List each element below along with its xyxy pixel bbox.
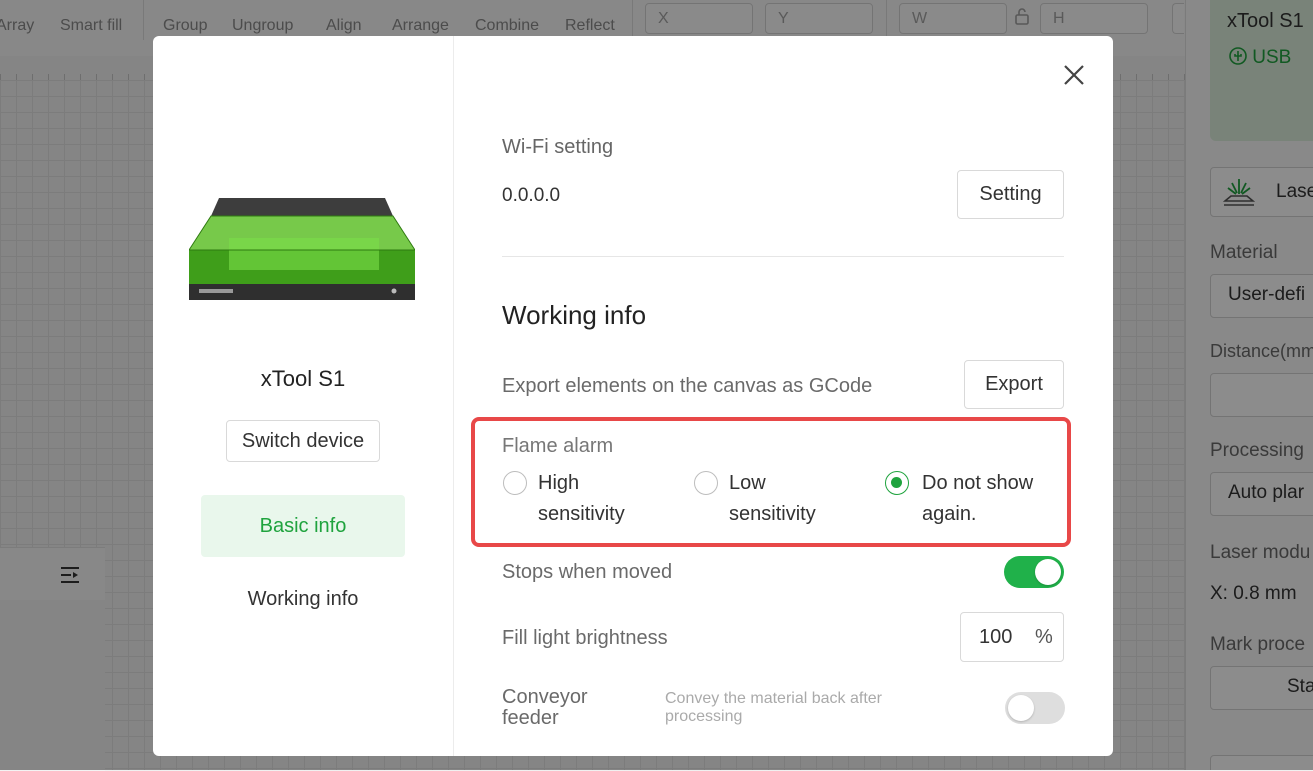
device-settings-dialog: xTool S1 Switch device Basic info Workin… — [153, 36, 1113, 756]
export-gcode-label: Export elements on the canvas as GCode — [502, 375, 873, 397]
wifi-setting-label: Wi-Fi setting — [502, 136, 614, 158]
flame-alarm-label: Flame alarm — [502, 435, 614, 457]
nav-basic-info[interactable]: Basic info — [201, 495, 405, 557]
fill-light-brightness-label: Fill light brightness — [502, 627, 668, 649]
toggle-knob — [1008, 695, 1034, 721]
radio-label-line: sensitivity — [729, 503, 816, 525]
radio-low-sensitivity[interactable] — [694, 471, 718, 495]
conveyor-feeder-description: Convey the material back after processin… — [665, 690, 945, 726]
radio-low-sensitivity-label[interactable]: Low sensitivity — [729, 468, 816, 530]
section-divider — [502, 256, 1064, 257]
conveyor-desc-line: Convey the material back after — [665, 690, 882, 707]
toggle-knob — [1035, 559, 1061, 585]
radio-high-sensitivity[interactable] — [503, 471, 527, 495]
nav-working-info[interactable]: Working info — [201, 568, 405, 630]
export-button[interactable]: Export — [964, 360, 1064, 409]
conveyor-feeder-toggle[interactable] — [1005, 692, 1065, 724]
radio-label-line: Low — [729, 472, 766, 494]
conveyor-desc-line: processing — [665, 708, 743, 725]
fill-light-value[interactable]: 100 — [979, 626, 1012, 649]
wifi-ip-value: 0.0.0.0 — [502, 185, 561, 206]
conveyor-feeder-label: Conveyor feeder — [502, 687, 622, 729]
radio-label-line: sensitivity — [538, 503, 625, 525]
radio-label-line: again. — [922, 503, 977, 525]
radio-do-not-show-again[interactable] — [885, 471, 909, 495]
dialog-sidebar: xTool S1 Switch device Basic info Workin… — [153, 36, 454, 756]
conveyor-label-line: feeder — [502, 707, 559, 729]
wifi-setting-button[interactable]: Setting — [957, 170, 1064, 219]
dialog-content: Wi-Fi setting 0.0.0.0 Setting Working in… — [453, 36, 1113, 756]
stops-when-moved-label: Stops when moved — [502, 561, 673, 583]
working-info-heading: Working info — [502, 300, 647, 330]
radio-do-not-show-again-label[interactable]: Do not show again. — [922, 468, 1033, 530]
fill-light-brightness-input[interactable]: 100 % — [960, 612, 1064, 662]
switch-device-button[interactable]: Switch device — [226, 420, 380, 462]
fill-light-unit: % — [1035, 626, 1053, 648]
radio-high-sensitivity-label[interactable]: High sensitivity — [538, 468, 625, 530]
xtool-s1-device-image — [189, 198, 415, 300]
radio-label-line: High — [538, 472, 580, 494]
dialog-device-name: xTool S1 — [260, 366, 346, 391]
radio-label-line: Do not show — [922, 472, 1034, 494]
stops-when-moved-toggle[interactable] — [1004, 556, 1064, 588]
conveyor-label-line: Conveyor — [502, 686, 588, 708]
